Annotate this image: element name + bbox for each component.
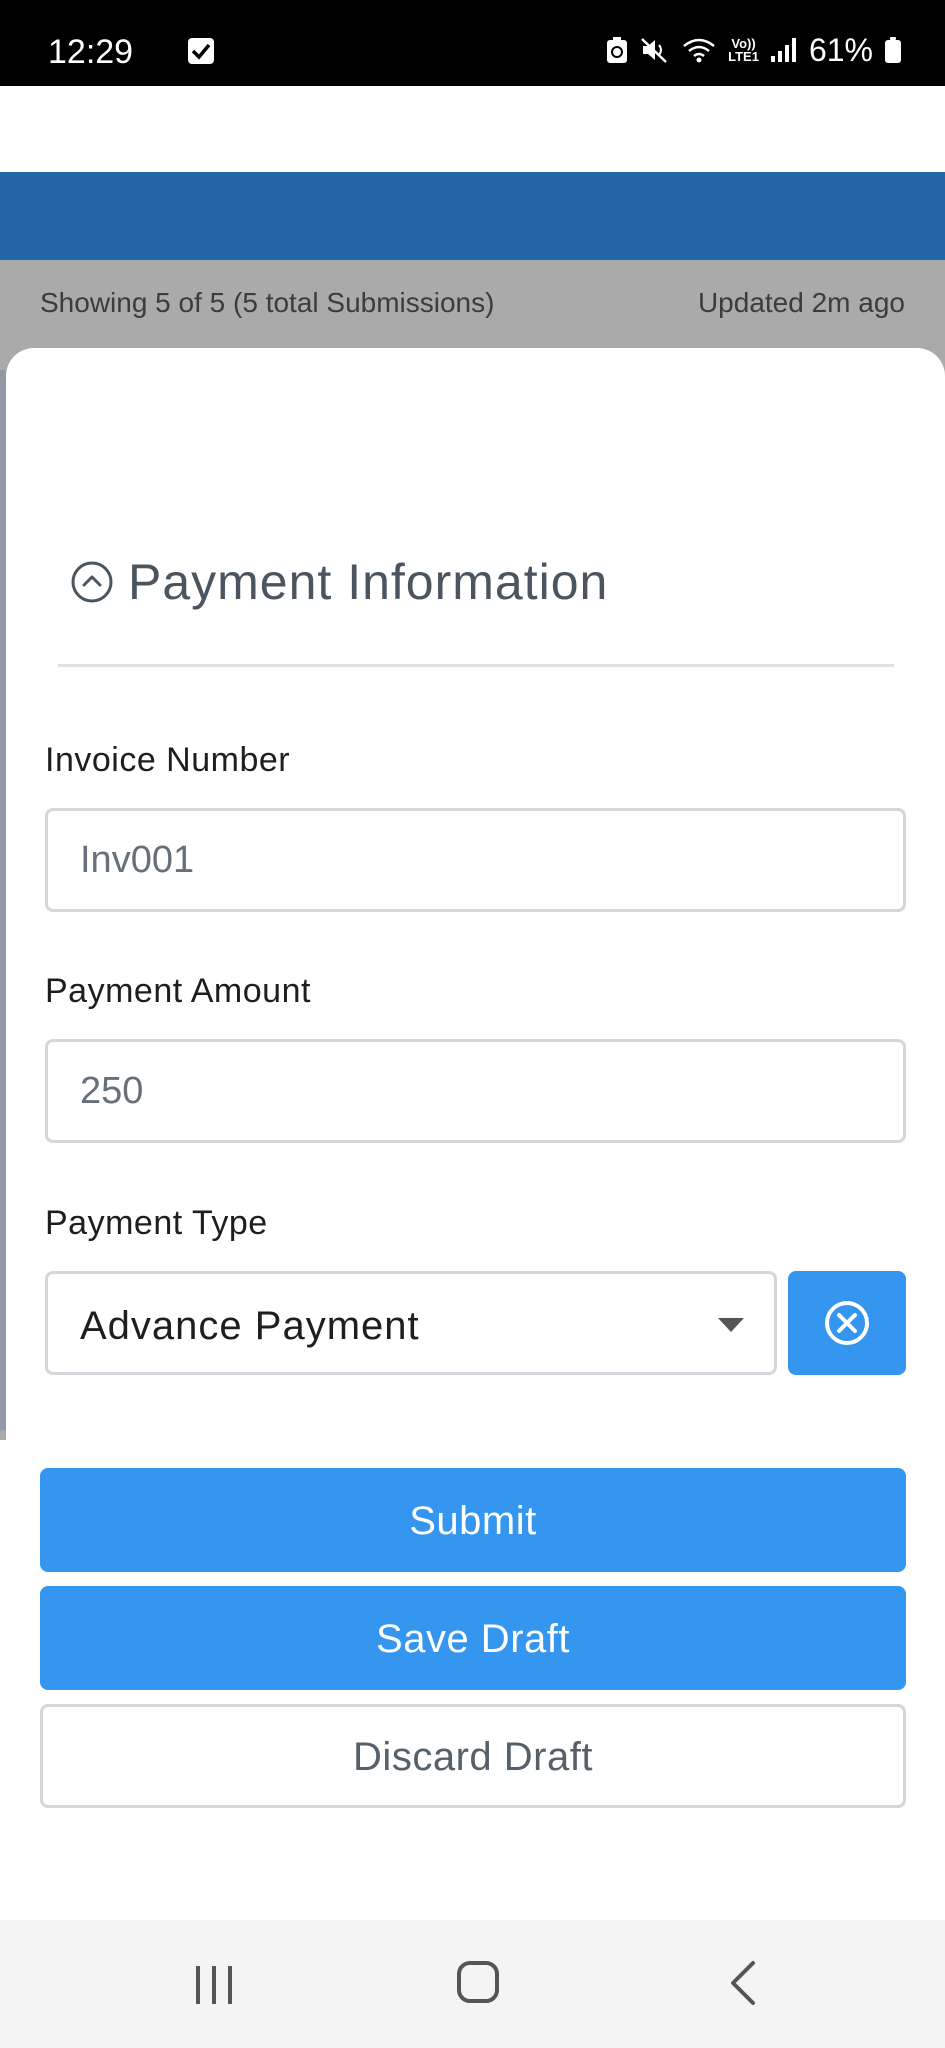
network-type: Vo)) LTE1: [728, 37, 759, 63]
back-icon[interactable]: [728, 1960, 758, 2006]
clear-payment-type-button[interactable]: [788, 1271, 906, 1375]
payment-type-selected: Advance Payment: [80, 1304, 420, 1348]
battery-icon: [885, 37, 901, 63]
status-time: 12:29: [48, 33, 134, 71]
status-icons: Vo)) LTE1 61%: [606, 30, 901, 70]
caret-down-icon: [718, 1318, 744, 1332]
signal-icon: [770, 38, 796, 62]
checkbox-notification-icon: [188, 38, 214, 64]
app-screen: 12:29 Vo)) LTE1 61% Showing 5 of 5 (5 to…: [0, 0, 945, 2048]
app-top-spacer: [0, 86, 945, 172]
submissions-count: Showing 5 of 5 (5 total Submissions): [40, 287, 495, 318]
lte-label: LTE1: [728, 49, 759, 64]
invoice-number-input[interactable]: [45, 808, 906, 912]
submit-button[interactable]: Submit: [40, 1468, 906, 1572]
recents-icon[interactable]: [193, 1964, 235, 2006]
data-saver-icon: [607, 37, 628, 63]
system-nav-bar: [0, 1920, 945, 2048]
payment-amount-input[interactable]: [45, 1039, 906, 1143]
payment-type-select[interactable]: Advance Payment: [45, 1271, 777, 1375]
battery-percent: 61%: [808, 32, 873, 68]
payment-type-label: Payment Type: [45, 1204, 268, 1242]
mute-icon: [641, 38, 667, 63]
close-circle-icon: [825, 1301, 869, 1345]
app-header-bar: [0, 172, 945, 260]
save-draft-button[interactable]: Save Draft: [40, 1586, 906, 1690]
section-title: Payment Information: [128, 554, 609, 610]
wifi-icon: [683, 38, 715, 63]
section-header[interactable]: Payment Information: [70, 552, 608, 612]
updated-time: Updated 2m ago: [697, 287, 905, 318]
home-icon[interactable]: [456, 1960, 500, 2004]
invoice-number-label: Invoice Number: [45, 741, 291, 779]
chevron-up-circle-icon[interactable]: [70, 560, 114, 604]
status-bar: 12:29 Vo)) LTE1 61%: [0, 0, 945, 86]
discard-draft-button[interactable]: Discard Draft: [40, 1704, 906, 1808]
payment-amount-label: Payment Amount: [45, 972, 311, 1010]
section-divider: [58, 664, 894, 667]
